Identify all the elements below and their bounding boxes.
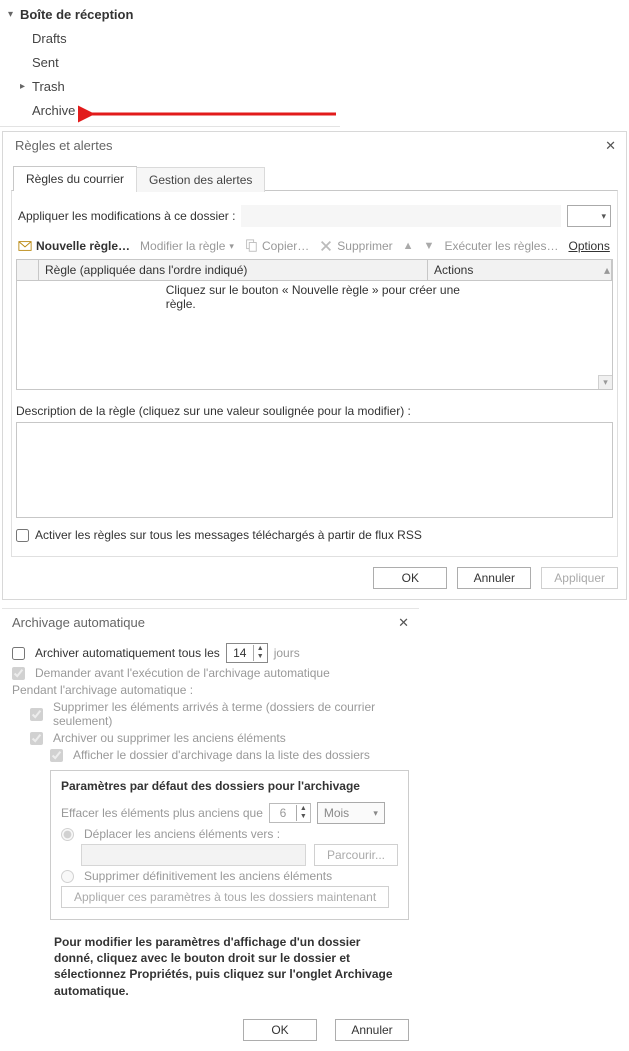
archive-path-field <box>81 844 306 866</box>
apply-to-folder-label: Appliquer les modifications à ce dossier… <box>18 209 235 223</box>
tree-item-inbox[interactable]: ▾ Boîte de réception <box>0 2 340 26</box>
spin-up-icon: ▲ <box>297 805 310 813</box>
scroll-down-icon[interactable]: ▾ <box>598 375 612 389</box>
rule-description-box <box>16 422 613 518</box>
dialog-title: Archivage automatique <box>12 615 145 630</box>
apply-to-folder-dropdown[interactable]: ▾ <box>567 205 611 227</box>
show-archive-folder-checkbox <box>50 749 63 762</box>
enable-rss-rules-label: Activer les règles sur tous les messages… <box>35 528 422 542</box>
run-every-spin[interactable]: 14 ▲▼ <box>226 643 268 663</box>
scroll-up-icon[interactable]: ▴ <box>598 260 612 280</box>
folder-tree: ▾ Boîte de réception Drafts Sent ▸ Trash… <box>0 0 340 127</box>
apply-to-folder-value <box>241 205 561 227</box>
tree-item-label: Drafts <box>32 31 67 46</box>
default-folder-settings-group: Paramètres par défaut des dossiers pour … <box>50 770 409 920</box>
annotation-arrow-icon <box>78 105 338 123</box>
run-every-value: 14 <box>227 646 253 660</box>
perm-delete-radio <box>61 870 74 883</box>
tree-item-label: Trash <box>32 79 65 94</box>
browse-button: Parcourir... <box>314 844 398 866</box>
tab-mail-rules[interactable]: Règles du courrier <box>13 166 137 191</box>
select-value: Mois <box>324 806 349 820</box>
mail-icon <box>18 239 32 253</box>
delete-expired-label: Supprimer les éléments arrivés à terme (… <box>53 700 409 728</box>
chevron-down-icon: ▾ <box>601 211 606 222</box>
clean-older-unit-select: Mois ▾ <box>317 802 385 824</box>
tree-item-trash[interactable]: ▸ Trash <box>0 74 340 98</box>
enable-rss-rules-checkbox[interactable] <box>16 529 29 542</box>
run-rules-button[interactable]: Exécuter les règles… <box>444 239 558 253</box>
close-icon[interactable]: ✕ <box>398 616 409 629</box>
delete-icon <box>319 239 333 253</box>
spin-down-icon[interactable]: ▼ <box>254 653 267 661</box>
tree-item-label: Boîte de réception <box>20 7 133 22</box>
copy-rule-button[interactable]: Copier… <box>244 239 309 253</box>
tree-item-archive[interactable]: Archive <box>0 98 340 122</box>
move-old-items-radio <box>61 828 74 841</box>
prompt-before-label: Demander avant l'exécution de l'archivag… <box>35 666 330 680</box>
empty-state-text: Cliquez sur le bouton « Nouvelle règle »… <box>166 283 464 311</box>
cancel-button[interactable]: Annuler <box>457 567 531 589</box>
dialog-title: Règles et alertes <box>15 138 113 153</box>
clean-older-label: Effacer les éléments plus anciens que <box>61 806 263 820</box>
close-icon[interactable]: ✕ <box>605 139 616 152</box>
delete-expired-checkbox <box>30 708 43 721</box>
archive-or-delete-label: Archiver ou supprimer les anciens élémen… <box>53 731 286 745</box>
tab-bar: Règles du courrier Gestion des alertes <box>3 161 626 190</box>
tree-item-label: Archive <box>32 103 75 118</box>
tree-item-label: Sent <box>32 55 59 70</box>
rules-toolbar: Nouvelle règle… Modifier la règle ▾ Copi… <box>16 237 613 259</box>
tree-item-sent[interactable]: Sent <box>0 50 340 74</box>
run-every-checkbox[interactable] <box>12 647 25 660</box>
rules-list: Cliquez sur le bouton « Nouvelle règle »… <box>17 281 612 389</box>
tab-manage-alerts[interactable]: Gestion des alertes <box>136 167 265 192</box>
apply-all-folders-button: Appliquer ces paramètres à tous les doss… <box>61 886 389 908</box>
clean-older-value: 6 <box>270 806 296 820</box>
ok-button[interactable]: OK <box>373 567 447 589</box>
chevron-right-icon: ▸ <box>20 81 32 92</box>
apply-button[interactable]: Appliquer <box>541 567 618 589</box>
cancel-button[interactable]: Annuler <box>335 1019 409 1041</box>
spin-down-icon: ▼ <box>297 813 310 821</box>
rules-and-alerts-dialog: Règles et alertes ✕ Règles du courrier G… <box>2 131 627 600</box>
group-legend: Paramètres par défaut des dossiers pour … <box>57 779 364 793</box>
during-archive-label: Pendant l'archivage automatique : <box>12 683 409 697</box>
options-button[interactable]: Options <box>568 239 609 253</box>
move-old-items-label: Déplacer les anciens éléments vers : <box>84 827 280 841</box>
run-every-label: Archiver automatiquement tous les <box>35 646 220 660</box>
ok-button[interactable]: OK <box>243 1019 317 1041</box>
copy-icon <box>244 239 258 253</box>
new-rule-button[interactable]: Nouvelle règle… <box>18 239 130 253</box>
column-actions[interactable]: Actions <box>428 260 598 280</box>
rules-table: Règle (appliquée dans l'ordre indiqué) A… <box>16 259 613 390</box>
prompt-before-checkbox <box>12 667 25 680</box>
autoarchive-dialog: Archivage automatique ✕ Archiver automat… <box>2 608 419 1051</box>
move-down-button[interactable]: ▼ <box>424 240 435 252</box>
clean-older-spin: 6 ▲▼ <box>269 803 311 823</box>
perm-delete-label: Supprimer définitivement les anciens élé… <box>84 869 332 883</box>
archive-or-delete-checkbox <box>30 732 43 745</box>
autoarchive-note: Pour modifier les paramètres d'affichage… <box>12 926 409 1003</box>
rule-description-label: Description de la règle (cliquez sur une… <box>16 404 613 418</box>
column-rule[interactable]: Règle (appliquée dans l'ordre indiqué) <box>39 260 428 280</box>
show-archive-folder-label: Afficher le dossier d'archivage dans la … <box>73 748 370 762</box>
delete-rule-button[interactable]: Supprimer <box>319 239 392 253</box>
days-label: jours <box>274 646 300 660</box>
modify-rule-button[interactable]: Modifier la règle ▾ <box>140 239 234 253</box>
chevron-down-icon: ▾ <box>229 241 234 252</box>
tree-item-drafts[interactable]: Drafts <box>0 26 340 50</box>
column-check[interactable] <box>17 260 39 280</box>
move-up-button[interactable]: ▲ <box>403 240 414 252</box>
chevron-down-icon: ▾ <box>8 9 20 20</box>
chevron-down-icon: ▾ <box>373 808 378 819</box>
spin-up-icon[interactable]: ▲ <box>254 645 267 653</box>
